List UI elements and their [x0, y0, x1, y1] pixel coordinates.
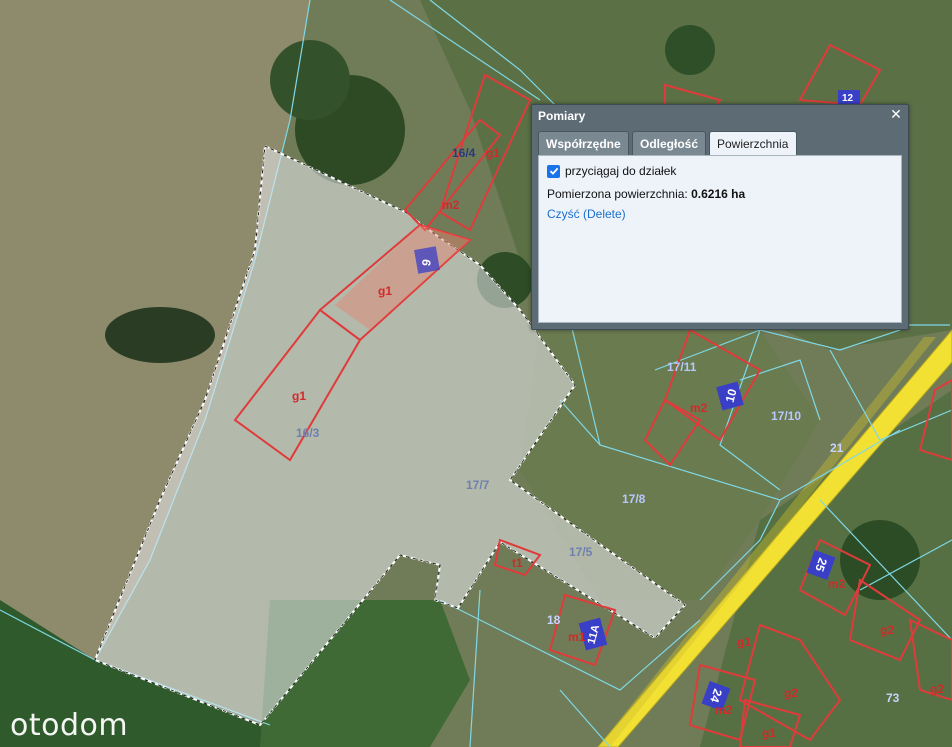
- close-icon[interactable]: ✕: [889, 107, 903, 121]
- clear-link[interactable]: Czyść (Delete): [547, 207, 626, 221]
- parcel-label-18: 18: [547, 613, 561, 627]
- building-label-g2-r: g2: [880, 623, 894, 637]
- parcel-label-17-5: 17/5: [569, 545, 593, 559]
- parcel-label-17-8: 17/8: [622, 492, 646, 506]
- building-label-t1: t1: [512, 556, 523, 570]
- parcel-label-17-7: 17/7: [466, 478, 490, 492]
- building-label-m2-17-11: m2: [690, 401, 708, 415]
- snap-label: przyciągaj do działek: [565, 164, 677, 178]
- tab-coordinates[interactable]: Współrzędne: [538, 131, 629, 155]
- building-label-m2-24: m2: [715, 703, 733, 717]
- parcel-label-17-10: 17/10: [771, 409, 801, 423]
- panel-body: przyciągaj do działek Pomierzona powierz…: [538, 155, 902, 323]
- building-label-g2-rr: g2: [930, 682, 944, 696]
- building-label-g1-top: g1: [486, 146, 500, 160]
- building-label-g1-bot: g1: [762, 726, 776, 740]
- watermark-logo: otodom: [10, 708, 129, 743]
- building-label-g1-left: g1: [292, 389, 306, 403]
- building-label-m1: m1: [568, 630, 586, 644]
- trees-top-2: [270, 40, 350, 120]
- measurements-panel: Pomiary ✕ Współrzędne Odległość Powierzc…: [531, 104, 909, 330]
- building-label-m2-top: m2: [442, 198, 460, 212]
- parcel-label-16-4: 16/4: [452, 146, 476, 160]
- house-number-12: 12: [842, 93, 854, 104]
- building-label-m2-25: m2: [828, 577, 846, 591]
- trees-right: [840, 520, 920, 600]
- tab-distance[interactable]: Odległość: [632, 131, 706, 155]
- area-value: 0.6216 ha: [691, 187, 746, 201]
- tree-top-right: [665, 25, 715, 75]
- building-label-g2-lr: g2: [784, 686, 798, 700]
- parcel-label-16-3: 16/3: [296, 426, 320, 440]
- checkmark-icon: [549, 167, 558, 175]
- area-row: Pomierzona powierzchnia: 0.6216 ha: [547, 187, 745, 201]
- parcel-label-21: 21: [830, 441, 844, 455]
- parcel-label-17-11: 17/11: [667, 360, 697, 374]
- snap-checkbox[interactable]: [547, 164, 560, 178]
- panel-title: Pomiary: [538, 109, 586, 123]
- building-label-g1-lr: g1: [737, 635, 751, 649]
- building-label-g1-mid: g1: [378, 284, 392, 298]
- parcel-label-73: 73: [886, 691, 900, 705]
- area-label: Pomierzona powierzchnia:: [547, 187, 688, 201]
- snap-row: przyciągaj do działek: [547, 164, 676, 178]
- tree-shadow: [105, 307, 215, 363]
- tab-area[interactable]: Powierzchnia: [709, 131, 797, 156]
